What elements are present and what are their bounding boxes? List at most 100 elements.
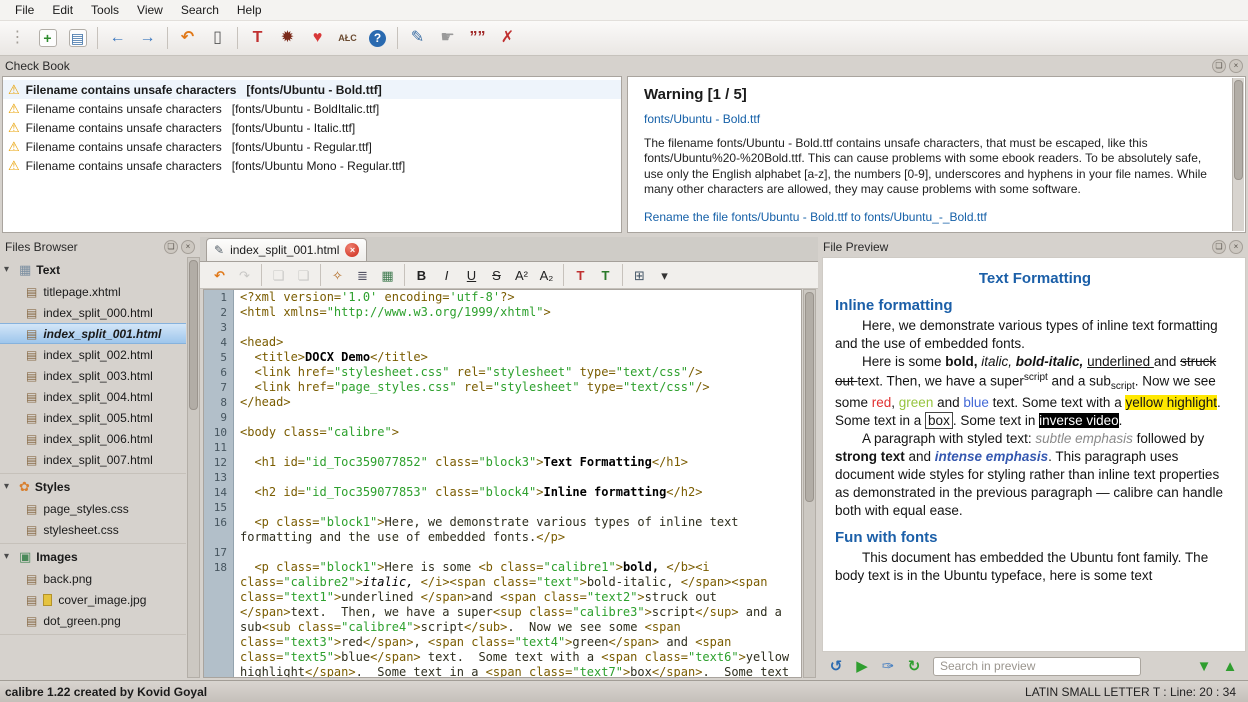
change-case-button[interactable]: AŁC <box>334 25 361 52</box>
file-item[interactable]: ▤cover_image.jpg <box>0 589 186 610</box>
warning-row[interactable]: ⚠Filename contains unsafe characters[fon… <box>3 99 621 118</box>
subscript-button[interactable]: A₂ <box>535 264 558 286</box>
float-panel-button[interactable]: ❏ <box>164 240 178 254</box>
find-prev-button[interactable]: ▲ <box>1218 654 1242 678</box>
code-line[interactable]: 1<?xml version='1.0' encoding='utf-8'?> <box>204 290 801 305</box>
beautify-button[interactable]: ✎ <box>404 25 431 52</box>
chevron-down-icon[interactable]: ▾ <box>4 264 14 275</box>
file-item[interactable]: ▤titlepage.xhtml <box>0 281 186 302</box>
background-color-button[interactable]: T <box>594 264 617 286</box>
code-line[interactable]: 12 <h1 id="id_Toc359077852" class="block… <box>204 455 801 470</box>
file-item[interactable]: ▤page_styles.css <box>0 498 186 519</box>
warning-row[interactable]: ⚠Filename contains unsafe characters[fon… <box>3 80 621 99</box>
new-file-button[interactable]: + <box>34 25 61 52</box>
refresh-preview-button[interactable]: ↻ <box>902 654 926 678</box>
code-line[interactable]: 15 <box>204 500 801 515</box>
donate-button[interactable]: ♥ <box>304 25 331 52</box>
beautify-file-button[interactable]: ✧ <box>326 264 349 286</box>
code-line[interactable]: 16 <p class="block1">Here, we demonstrat… <box>204 515 801 545</box>
preview-search-input[interactable] <box>933 657 1141 676</box>
code-line[interactable]: 8</head> <box>204 395 801 410</box>
tab-index-split-001[interactable]: ✎ index_split_001.html × <box>206 238 367 261</box>
menu-view[interactable]: View <box>128 1 172 19</box>
files-tree-scrollbar[interactable] <box>187 257 200 678</box>
file-item[interactable]: ▤index_split_001.html <box>0 323 186 344</box>
code-line[interactable]: 4<head> <box>204 335 801 350</box>
code-line[interactable]: 10<body class="calibre"> <box>204 425 801 440</box>
file-item[interactable]: ▤dot_green.png <box>0 610 186 631</box>
close-tab-icon[interactable]: × <box>345 243 359 257</box>
warning-row[interactable]: ⚠Filename contains unsafe characters[fon… <box>3 156 621 175</box>
check-book-button[interactable]: ✹ <box>274 25 301 52</box>
render-preview-button[interactable]: ▶ <box>850 654 874 678</box>
embed-fonts-button[interactable]: T <box>244 25 271 52</box>
auto-reload-button[interactable]: ↺ <box>824 654 848 678</box>
strikethrough-button[interactable]: S <box>485 264 508 286</box>
scrollbar-thumb[interactable] <box>189 260 198 410</box>
code-line[interactable]: 17 <box>204 545 801 560</box>
file-item[interactable]: ▤index_split_005.html <box>0 407 186 428</box>
close-panel-button[interactable]: × <box>181 240 195 254</box>
code-line[interactable]: 7 <link href="page_styles.css" rel="styl… <box>204 380 801 395</box>
undo-button[interactable]: ↶ <box>208 264 231 286</box>
insert-special-button[interactable]: ☛ <box>434 25 461 52</box>
warning-file-link[interactable]: fonts/Ubuntu - Bold.ttf <box>644 112 1223 126</box>
code-line[interactable]: 13 <box>204 470 801 485</box>
chevron-down-icon[interactable]: ▾ <box>4 551 14 562</box>
menu-search[interactable]: Search <box>172 1 228 19</box>
file-item[interactable]: ▤index_split_000.html <box>0 302 186 323</box>
chevron-down-icon[interactable]: ▾ <box>4 481 14 492</box>
forward-button[interactable]: → <box>134 25 161 52</box>
float-panel-button[interactable]: ❏ <box>1212 240 1226 254</box>
insert-tag-button[interactable]: ≣ <box>351 264 374 286</box>
code-line[interactable]: 2<html xmlns="http://www.w3.org/1999/xht… <box>204 305 801 320</box>
section-row-images[interactable]: ▾▣Images <box>0 545 186 568</box>
section-row-styles[interactable]: ▾✿Styles <box>0 475 186 498</box>
editor-scrollbar[interactable] <box>803 289 816 678</box>
file-item[interactable]: ▤index_split_002.html <box>0 344 186 365</box>
file-item[interactable]: ▤index_split_007.html <box>0 449 186 470</box>
find-next-button[interactable]: ▼ <box>1192 654 1216 678</box>
code-line[interactable]: 9 <box>204 410 801 425</box>
undo-revert-button[interactable]: ↶ <box>174 25 201 52</box>
open-book-button[interactable]: ▤ <box>64 25 91 52</box>
insert-table-button[interactable]: ⊞ <box>628 264 651 286</box>
code-line[interactable]: 14 <h2 id="id_Toc359077853" class="block… <box>204 485 801 500</box>
menu-file[interactable]: File <box>6 1 43 19</box>
warning-row[interactable]: ⚠Filename contains unsafe characters[fon… <box>3 118 621 137</box>
file-item[interactable]: ▤index_split_004.html <box>0 386 186 407</box>
remove-unused-css-button[interactable]: ✗ <box>494 25 521 52</box>
menu-edit[interactable]: Edit <box>43 1 82 19</box>
warning-detail-scrollbar[interactable] <box>1232 78 1244 231</box>
file-item[interactable]: ▤index_split_006.html <box>0 428 186 449</box>
code-line[interactable]: 3 <box>204 320 801 335</box>
close-panel-button[interactable]: × <box>1229 240 1243 254</box>
insert-image-button[interactable]: ▦ <box>376 264 399 286</box>
bold-button[interactable]: B <box>410 264 433 286</box>
file-item[interactable]: ▤index_split_003.html <box>0 365 186 386</box>
code-editor[interactable]: 1<?xml version='1.0' encoding='utf-8'?>2… <box>203 289 802 678</box>
device-preview-button[interactable]: ▯ <box>204 25 231 52</box>
sync-preview-button[interactable]: ✑ <box>876 654 900 678</box>
close-panel-button[interactable]: × <box>1229 59 1243 73</box>
superscript-button[interactable]: A² <box>510 264 533 286</box>
code-line[interactable]: 5 <title>DOCX Demo</title> <box>204 350 801 365</box>
toolbar-handle[interactable]: ⋮ <box>4 25 31 52</box>
back-button[interactable]: ← <box>104 25 131 52</box>
code-line[interactable]: 11 <box>204 440 801 455</box>
warning-row[interactable]: ⚠Filename contains unsafe characters[fon… <box>3 137 621 156</box>
menu-help[interactable]: Help <box>228 1 271 19</box>
scrollbar-thumb[interactable] <box>1234 80 1243 180</box>
float-panel-button[interactable]: ❏ <box>1212 59 1226 73</box>
more-options-button[interactable]: ▾ <box>653 264 676 286</box>
code-line[interactable]: 18 <p class="block1">Here is some <b cla… <box>204 560 801 678</box>
smarten-punctuation-button[interactable]: ”” <box>464 25 491 52</box>
scrollbar-thumb[interactable] <box>805 292 814 502</box>
underline-button[interactable]: U <box>460 264 483 286</box>
text-color-button[interactable]: T <box>569 264 592 286</box>
warning-rename-link[interactable]: Rename the file fonts/Ubuntu - Bold.ttf … <box>644 210 1223 224</box>
help-button[interactable]: ? <box>364 25 391 52</box>
italic-button[interactable]: I <box>435 264 458 286</box>
section-row-text[interactable]: ▾▦Text <box>0 258 186 281</box>
menu-tools[interactable]: Tools <box>82 1 128 19</box>
